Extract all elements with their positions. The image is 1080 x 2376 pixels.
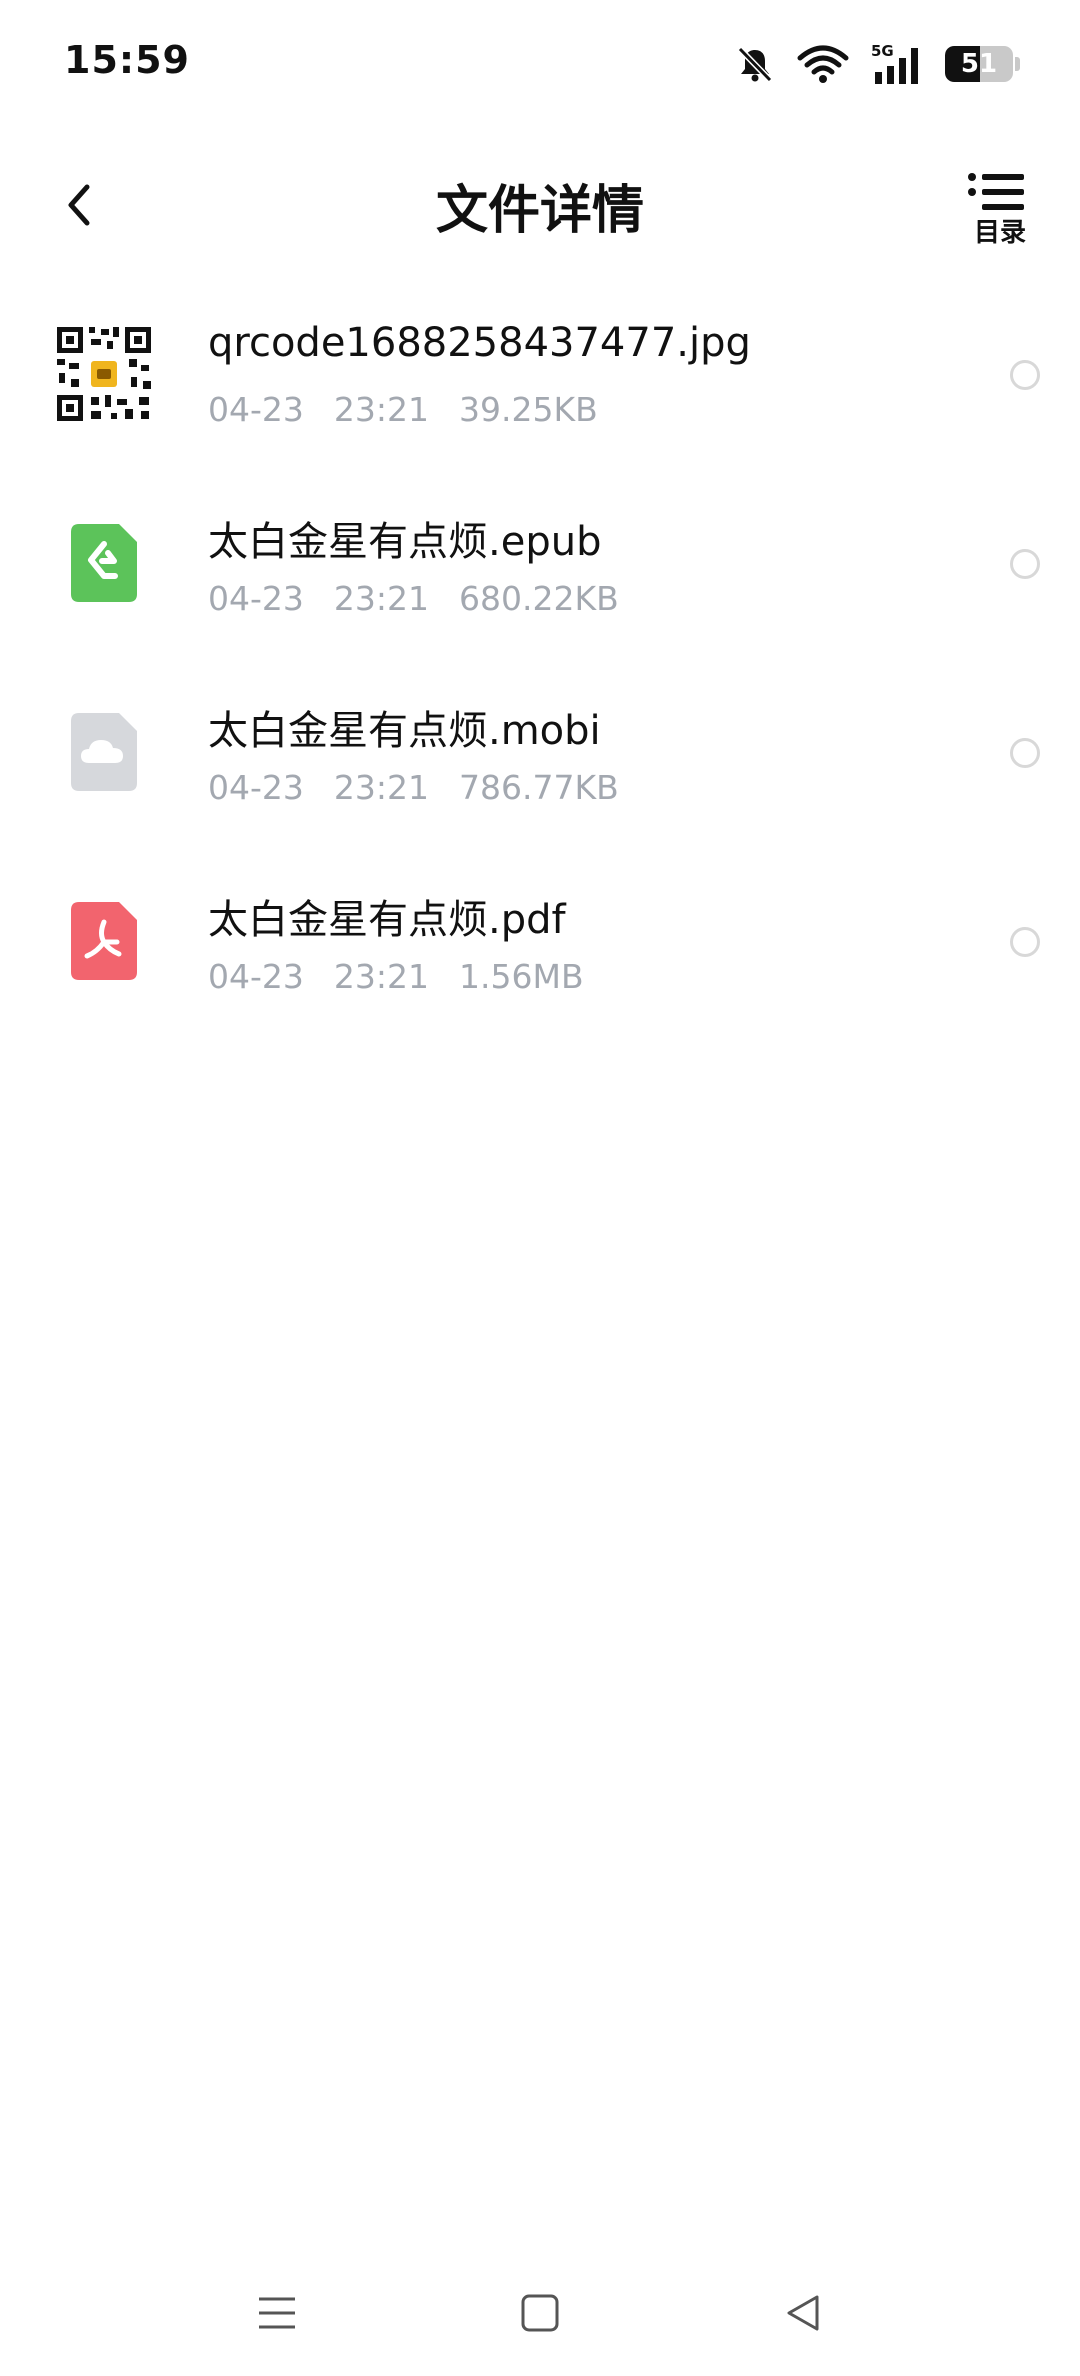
select-radio[interactable] bbox=[1010, 360, 1040, 390]
file-meta: 04-23 23:21 786.77KB bbox=[208, 768, 649, 807]
file-time: 23:21 bbox=[333, 957, 429, 996]
home-square-icon bbox=[521, 2294, 559, 2332]
file-time: 23:21 bbox=[333, 390, 429, 429]
file-date: 04-23 bbox=[208, 768, 304, 807]
list-icon bbox=[968, 173, 1024, 210]
file-meta: 04-23 23:21 1.56MB bbox=[208, 957, 614, 996]
file-row-jpg[interactable]: qrcode1688258437477.jpg 04-23 23:21 39.25K… bbox=[0, 300, 1080, 489]
header: 文件详情 目录 bbox=[0, 150, 1080, 260]
status-icons: 5G 51 bbox=[713, 40, 1020, 88]
qrcode-thumbnail-icon bbox=[52, 322, 156, 426]
file-name: qrcode1688258437477.jpg bbox=[208, 320, 751, 366]
file-list: qrcode1688258437477.jpg 04-23 23:21 39.25K… bbox=[0, 300, 1080, 1056]
wifi-icon bbox=[797, 44, 849, 84]
file-name: 太白金星有点烦.epub bbox=[208, 519, 602, 565]
file-time: 23:21 bbox=[333, 579, 429, 618]
epub-file-icon bbox=[52, 511, 156, 615]
file-size: 680.22KB bbox=[459, 579, 619, 618]
file-name: 太白金星有点烦.mobi bbox=[208, 708, 601, 754]
file-name: 太白金星有点烦.pdf bbox=[208, 897, 566, 943]
cloud-file-icon bbox=[52, 700, 156, 804]
file-row-pdf[interactable]: 太白金星有点烦.pdf 04-23 23:21 1.56MB bbox=[0, 867, 1080, 1056]
file-details-screen: 15:59 5G 51 文件详情 目录 qrcode1688258437477.… bbox=[0, 0, 1080, 2376]
menu-button[interactable] bbox=[232, 2278, 322, 2348]
file-size: 1.56MB bbox=[459, 957, 584, 996]
battery-icon: 51 bbox=[945, 46, 1020, 82]
select-radio[interactable] bbox=[1010, 927, 1040, 957]
system-nav-bar bbox=[0, 2256, 1080, 2376]
file-date: 04-23 bbox=[208, 390, 304, 429]
file-meta: 04-23 23:21 680.22KB bbox=[208, 579, 649, 618]
cellular-5g-icon: 5G bbox=[871, 42, 923, 86]
back-triangle-icon bbox=[787, 2295, 819, 2331]
file-size: 39.25KB bbox=[459, 390, 598, 429]
bell-muted-icon bbox=[735, 44, 775, 84]
select-radio[interactable] bbox=[1010, 738, 1040, 768]
menu-icon bbox=[259, 2297, 295, 2329]
battery-level: 51 bbox=[960, 49, 998, 79]
status-bar: 15:59 5G 51 bbox=[0, 0, 1080, 130]
file-date: 04-23 bbox=[208, 957, 304, 996]
select-radio[interactable] bbox=[1010, 549, 1040, 579]
network-label: 5G bbox=[871, 42, 894, 60]
status-time: 15:59 bbox=[64, 38, 190, 82]
toc-button[interactable]: 目录 bbox=[960, 166, 1040, 256]
file-row-epub[interactable]: 太白金星有点烦.epub 04-23 23:21 680.22KB bbox=[0, 489, 1080, 678]
page-title: 文件详情 bbox=[435, 181, 644, 241]
toc-label: 目录 bbox=[973, 218, 1026, 248]
back-nav-button[interactable] bbox=[758, 2278, 848, 2348]
file-date: 04-23 bbox=[208, 579, 304, 618]
file-time: 23:21 bbox=[333, 768, 429, 807]
file-size: 786.77KB bbox=[459, 768, 619, 807]
file-meta: 04-23 23:21 39.25KB bbox=[208, 390, 628, 429]
file-row-mobi[interactable]: 太白金星有点烦.mobi 04-23 23:21 786.77KB bbox=[0, 678, 1080, 867]
home-button[interactable] bbox=[495, 2278, 585, 2348]
pdf-file-icon bbox=[52, 889, 156, 993]
